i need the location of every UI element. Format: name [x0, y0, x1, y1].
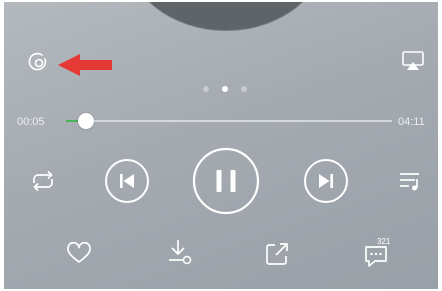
audio-effect-icon[interactable]	[27, 51, 49, 73]
progress-thumb[interactable]	[77, 113, 94, 129]
pause-icon[interactable]	[191, 146, 261, 216]
carousel-page-indicator	[203, 84, 251, 94]
airplay-icon[interactable]	[401, 50, 425, 72]
page-dot-active[interactable]	[222, 86, 228, 92]
next-track-icon[interactable]	[303, 158, 349, 204]
player-screen: 00:05 04:11 321	[4, 2, 438, 289]
share-icon[interactable]	[265, 242, 291, 266]
comment-count-badge: 321	[377, 237, 391, 246]
comment-icon[interactable]	[363, 244, 389, 268]
annotation-arrow-icon	[58, 54, 112, 76]
total-time: 04:11	[398, 116, 425, 128]
heart-icon[interactable]	[66, 241, 92, 264]
playlist-icon[interactable]	[398, 170, 424, 192]
elapsed-time: 00:05	[17, 116, 45, 128]
album-cover-disc[interactable]	[127, 2, 325, 30]
progress-bar[interactable]	[66, 120, 392, 122]
page-dot[interactable]	[203, 86, 209, 92]
previous-track-icon[interactable]	[104, 158, 150, 204]
page-dot[interactable]	[241, 86, 247, 92]
download-icon[interactable]	[167, 238, 193, 266]
repeat-icon[interactable]	[29, 170, 57, 192]
